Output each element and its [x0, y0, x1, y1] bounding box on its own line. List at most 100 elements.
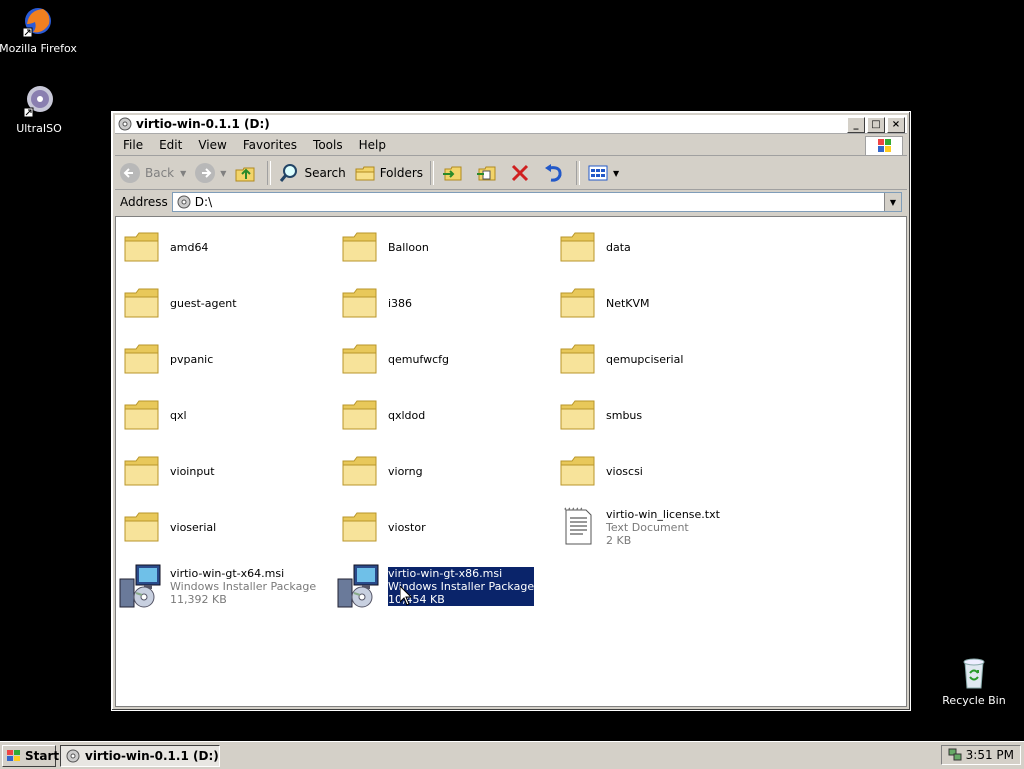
firefox-icon	[21, 4, 55, 38]
ultraiso-icon	[22, 84, 56, 118]
item-name: vioserial	[170, 520, 217, 534]
item-name: viorng	[388, 464, 423, 478]
item-text: qemupciserial	[606, 353, 683, 366]
delete-button[interactable]	[505, 159, 539, 187]
up-folder-button[interactable]	[230, 159, 264, 187]
folder-item[interactable]: guest-agent	[122, 283, 237, 323]
move-to-button[interactable]	[437, 159, 471, 187]
desktop-icon-recycle-bin[interactable]: Recycle Bin	[929, 656, 1019, 707]
move-to-icon	[441, 162, 463, 184]
item-type: Windows Installer Package	[170, 579, 317, 593]
cd-drive-icon	[65, 748, 81, 764]
folder-item[interactable]: vioscsi	[558, 451, 643, 491]
start-button[interactable]: Start	[2, 745, 59, 767]
toolbar: Back ▼ ▼ Search Folders ▼	[115, 157, 907, 190]
folder-item[interactable]: amd64	[122, 227, 208, 267]
desktop-icon-firefox[interactable]: Mozilla Firefox	[0, 4, 83, 55]
windows-logo-icon	[865, 136, 903, 156]
item-text: amd64	[170, 241, 208, 254]
back-button[interactable]: Back ▼	[115, 159, 190, 187]
folder-item[interactable]: vioinput	[122, 451, 215, 491]
folder-item[interactable]: smbus	[558, 395, 642, 435]
file-view: amd64 Balloon data guest-agent i386 NetKVM pvp…	[115, 216, 907, 707]
folder-item[interactable]: viostor	[340, 507, 426, 547]
folder-icon	[122, 339, 162, 379]
menu-edit[interactable]: Edit	[151, 138, 190, 152]
folder-item[interactable]: qxl	[122, 395, 187, 435]
item-size: 11,392 KB	[170, 592, 227, 606]
folder-icon	[340, 451, 380, 491]
explorer-window: virtio-win-0.1.1 (D:) _ □ × File Edit Vi…	[111, 111, 911, 711]
item-text: virtio-win-gt-x64.msi Windows Installer P…	[170, 567, 316, 606]
recycle-bin-icon	[957, 656, 991, 690]
address-dropdown-button[interactable]: ▼	[884, 193, 901, 211]
views-button[interactable]: ▼	[583, 159, 623, 187]
item-name: amd64	[170, 240, 209, 254]
address-input[interactable]: D:\ ▼	[171, 192, 902, 212]
clock[interactable]: 3:51 PM	[966, 748, 1014, 762]
title-bar[interactable]: virtio-win-0.1.1 (D:) _ □ ×	[115, 115, 907, 134]
folder-item[interactable]: i386	[340, 283, 412, 323]
item-name: qxl	[170, 408, 187, 422]
folder-icon	[340, 395, 380, 435]
item-name: guest-agent	[170, 296, 237, 310]
maximize-button[interactable]: □	[867, 117, 885, 133]
undo-arrow-icon	[543, 162, 565, 184]
folder-item[interactable]: qxldod	[340, 395, 425, 435]
file-item[interactable]: virtio-win-gt-x64.msi Windows Installer P…	[119, 563, 316, 609]
forward-button[interactable]: ▼	[190, 159, 230, 187]
mouse-cursor-icon	[399, 584, 413, 606]
folder-icon	[558, 283, 598, 323]
folder-item[interactable]: qemufwcfg	[340, 339, 449, 379]
folder-icon	[340, 339, 380, 379]
item-name: virtio-win-gt-x64.msi	[170, 566, 285, 580]
menu-favorites[interactable]: Favorites	[235, 138, 305, 152]
taskbar-window-label: virtio-win-0.1.1 (D:)	[85, 749, 219, 763]
toolbar-separator	[430, 161, 435, 185]
copy-to-button[interactable]	[471, 159, 505, 187]
item-text: qxldod	[388, 409, 425, 422]
minimize-button[interactable]: _	[847, 117, 865, 133]
file-item[interactable]: virtio-win_license.txt Text Document 2 KB	[558, 507, 720, 547]
folder-item[interactable]: data	[558, 227, 631, 267]
back-label: Back	[145, 166, 175, 180]
window-title: virtio-win-0.1.1 (D:)	[136, 117, 270, 131]
cd-drive-icon	[118, 117, 132, 131]
taskbar: Start virtio-win-0.1.1 (D:) 3:51 PM	[0, 741, 1024, 769]
folder-icon	[122, 395, 162, 435]
item-text: vioinput	[170, 465, 215, 478]
menu-view[interactable]: View	[190, 138, 234, 152]
taskbar-window-button[interactable]: virtio-win-0.1.1 (D:)	[60, 745, 220, 767]
folder-item[interactable]: viorng	[340, 451, 423, 491]
text-document-icon	[558, 507, 598, 547]
item-text: smbus	[606, 409, 642, 422]
address-label: Address	[120, 195, 168, 209]
undo-button[interactable]	[539, 159, 573, 187]
folder-item[interactable]: qemupciserial	[558, 339, 683, 379]
item-name: vioscsi	[606, 464, 643, 478]
folder-item[interactable]: NetKVM	[558, 283, 650, 323]
folder-icon	[340, 507, 380, 547]
close-button[interactable]: ×	[887, 117, 905, 133]
file-item[interactable]: virtio-win-gt-x86.msi Windows Installer P…	[337, 563, 535, 609]
desktop-icon-ultraiso[interactable]: UltraISO	[0, 84, 84, 135]
network-icon[interactable]	[948, 747, 962, 764]
menu-tools[interactable]: Tools	[305, 138, 351, 152]
folder-item[interactable]: Balloon	[340, 227, 429, 267]
item-text: guest-agent	[170, 297, 237, 310]
item-text: vioscsi	[606, 465, 643, 478]
menu-help[interactable]: Help	[351, 138, 394, 152]
search-button[interactable]: Search	[274, 159, 349, 187]
item-name: smbus	[606, 408, 643, 422]
item-text: vioserial	[170, 521, 216, 534]
folder-item[interactable]: vioserial	[122, 507, 216, 547]
folder-item[interactable]: pvpanic	[122, 339, 213, 379]
item-type: Text Document	[606, 520, 689, 534]
folder-icon	[340, 227, 380, 267]
folder-icon	[122, 451, 162, 491]
item-text: data	[606, 241, 631, 254]
folders-button[interactable]: Folders	[350, 159, 427, 187]
item-text: pvpanic	[170, 353, 213, 366]
item-text: Balloon	[388, 241, 429, 254]
menu-file[interactable]: File	[115, 138, 151, 152]
